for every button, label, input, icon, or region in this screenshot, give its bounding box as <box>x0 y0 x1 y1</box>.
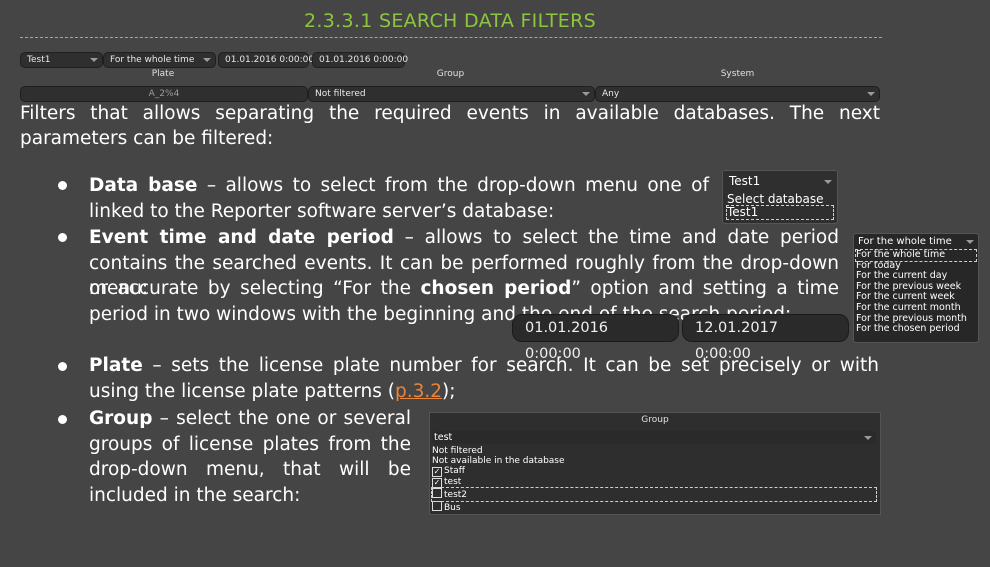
period-select-value: For the whole time <box>110 55 195 65</box>
database-option-selected[interactable]: Test1 <box>726 205 834 220</box>
chevron-down-icon <box>864 436 872 440</box>
chevron-down-icon <box>966 240 974 244</box>
chevron-down-icon <box>582 92 590 96</box>
group-option-label: Bus <box>444 502 461 513</box>
plate-label: Plate <box>151 69 175 79</box>
database-option[interactable]: Select database <box>727 192 823 206</box>
group-dropdown-select[interactable]: test <box>432 431 876 444</box>
bullet-icon <box>58 181 67 190</box>
period-option[interactable]: For the chosen period <box>856 324 976 335</box>
bullet-group: Group – select the one or several groups… <box>89 406 411 508</box>
group-option-staff[interactable]: ✓ Staff <box>432 466 876 478</box>
period-option-selected[interactable]: For the whole time <box>855 249 977 262</box>
group-option-label: Staff <box>444 466 465 477</box>
chevron-down-icon <box>203 58 211 62</box>
system-label: System <box>720 69 755 79</box>
database-select-value: Test1 <box>27 55 51 65</box>
group-option-test2[interactable]: test2 <box>431 487 877 502</box>
bullet-plate: Plate – sets the license plate number fo… <box>89 353 879 404</box>
system-select-value: Any <box>602 89 620 99</box>
period-term-2: chosen period <box>420 278 572 299</box>
database-term: Data base <box>89 175 198 196</box>
page-title: 2.3.3.1 SEARCH DATA FILTERS <box>304 10 596 32</box>
title-divider <box>20 37 882 38</box>
date-to-input[interactable]: 01.01.2016 0:00:00 <box>312 52 409 68</box>
group-option-bus[interactable]: Bus <box>432 500 876 513</box>
period-dropdown[interactable]: For the whole time For the whole time Fo… <box>853 233 979 343</box>
group-select[interactable]: Not filtered <box>308 86 595 102</box>
bullet-icon <box>58 415 67 424</box>
period-select[interactable]: For the whole time <box>103 52 216 68</box>
group-option-label: test <box>444 477 462 488</box>
system-select[interactable]: Any <box>595 86 880 102</box>
group-term: Group <box>89 408 153 429</box>
intro-paragraph: Filters that allows separating the requi… <box>20 103 880 149</box>
group-option[interactable]: Not available in the database <box>432 456 876 466</box>
bullet-icon <box>58 362 67 371</box>
period-text-2: or accurate by selecting “For the <box>89 278 421 299</box>
plate-tail: ); <box>442 380 456 402</box>
checkbox-icon[interactable] <box>432 500 442 511</box>
date-from-input[interactable]: 01.01.2016 0:00:00 <box>218 52 314 68</box>
date-from-field[interactable]: 01.01.2016 0:00:00 <box>512 314 679 362</box>
group-dropdown-value: test <box>434 432 453 443</box>
checkbox-icon[interactable] <box>432 488 442 499</box>
bullet-database: Data base – allows to select from the dr… <box>89 173 709 224</box>
database-dropdown-value: Test1 <box>729 174 761 188</box>
plate-input[interactable]: A_2%4 <box>20 86 308 102</box>
plate-input-value: A_2%4 <box>148 89 180 99</box>
group-option[interactable]: Not filtered <box>432 446 876 456</box>
checkbox-checked-icon[interactable]: ✓ <box>432 467 442 478</box>
group-option-label: test2 <box>444 490 468 501</box>
database-select[interactable]: Test1 <box>20 52 103 68</box>
group-select-value: Not filtered <box>315 89 366 99</box>
group-option-test[interactable]: ✓ test <box>432 477 876 489</box>
database-dropdown[interactable]: Test1 Select database Test1 <box>722 170 838 224</box>
chevron-down-icon <box>90 58 98 62</box>
date-to-field[interactable]: 12.01.2017 0:00:00 <box>682 314 849 362</box>
date-to-value: 01.01.2016 0:00:00 <box>319 55 409 65</box>
period-option[interactable]: For the current month <box>856 302 976 314</box>
plate-term: Plate <box>89 355 143 376</box>
chevron-down-icon <box>867 92 875 96</box>
date-from-value: 01.01.2016 0:00:00 <box>225 55 315 65</box>
period-dropdown-value: For the whole time <box>858 236 952 247</box>
group-label: Group <box>436 69 465 79</box>
bullet-icon <box>58 233 67 242</box>
group-dropdown-label: Group <box>641 415 669 425</box>
group-dropdown-panel: Group test Not filtered Not available in… <box>429 412 881 515</box>
period-term: Event time and date period <box>89 227 394 248</box>
chevron-down-icon <box>824 180 832 184</box>
checkbox-checked-icon[interactable]: ✓ <box>432 478 442 489</box>
plate-patterns-link[interactable]: p.3.2 <box>395 381 442 402</box>
plate-text: – sets the license plate number for sear… <box>89 355 879 402</box>
